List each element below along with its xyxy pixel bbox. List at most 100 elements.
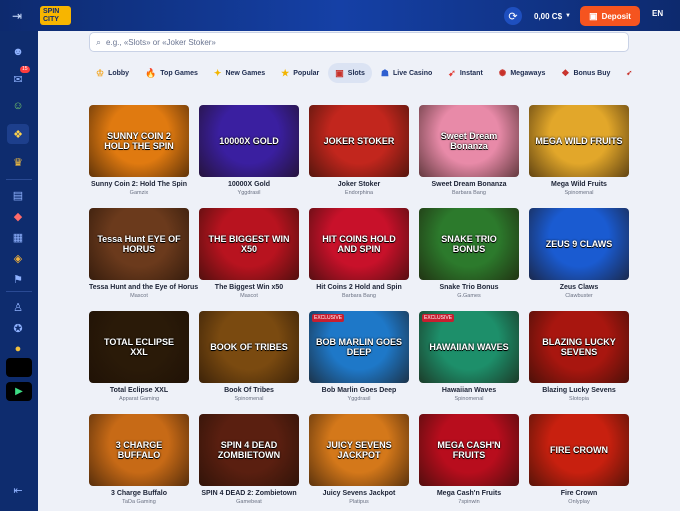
game-title[interactable]: Hawaiian Waves <box>419 387 519 394</box>
game-card[interactable]: HIT COINS HOLD AND SPIN Hit Coins 2 Hold … <box>309 208 409 299</box>
category-tab[interactable]: ☗ Live Casino <box>374 63 439 83</box>
logout-icon[interactable]: ⇤ <box>7 480 29 500</box>
game-thumbnail[interactable]: Sweet Dream Bonanza <box>419 105 519 177</box>
game-thumbnail[interactable]: MEGA WILD FRUITS <box>529 105 629 177</box>
balance-dropdown[interactable]: 0,00 C$ ▼ <box>534 7 577 25</box>
collapse-sidebar-button[interactable]: ⇥ <box>8 7 26 25</box>
logo[interactable]: SPIN CITY <box>40 6 71 25</box>
game-thumbnail[interactable]: BOB MARLIN GOES DEEP EXCLUSIVE <box>309 311 409 383</box>
game-card[interactable]: THE BIGGEST WIN X50 The Biggest Win x50 Ma… <box>199 208 299 299</box>
google-play-icon[interactable]: ▶ <box>6 382 32 401</box>
trophy-icon[interactable]: ♛ <box>7 152 29 172</box>
game-title[interactable]: Blazing Lucky Sevens <box>529 387 629 394</box>
game-title[interactable]: Bob Marlin Goes Deep <box>309 387 409 394</box>
game-title[interactable]: The Biggest Win x50 <box>199 284 299 291</box>
game-thumbnail[interactable]: SPIN 4 DEAD ZOMBIETOWN <box>199 414 299 486</box>
game-title[interactable]: SPIN 4 DEAD 2: Zombietown <box>199 490 299 497</box>
refresh-balance-button[interactable]: ⟳ <box>504 7 522 25</box>
category-tab[interactable]: ♔ Lobby <box>89 63 136 83</box>
game-thumbnail[interactable]: SUNNY COIN 2 HOLD THE SPIN <box>89 105 189 177</box>
game-card[interactable]: Tessa Hunt EYE OF HORUS Tessa Hunt and th… <box>89 208 198 299</box>
category-tab[interactable]: ❖ Bonus Buy <box>554 63 617 83</box>
game-title[interactable]: Hit Coins 2 Hold and Spin <box>309 284 409 291</box>
game-title[interactable]: Tessa Hunt and the Eye of Horus <box>89 284 198 291</box>
game-thumbnail[interactable]: SNAKE TRIO BONUS <box>419 208 519 280</box>
game-thumbnail[interactable]: FIRE CROWN <box>529 414 629 486</box>
profile-icon[interactable]: ♙ <box>7 297 29 317</box>
game-thumbnail-title: JOKER STOKER <box>323 136 395 146</box>
category-tab[interactable]: 🔥 Top Games <box>138 63 205 83</box>
search-bar[interactable]: ⌕ <box>89 32 629 52</box>
game-card[interactable]: JUICY SEVENS JACKPOT Juicy Sevens Jackpot… <box>309 414 409 505</box>
game-card[interactable]: TOTAL ECLIPSE XXL Total Eclipse XXL Appara… <box>89 311 189 402</box>
game-card[interactable]: 10000X GOLD 10000X Gold Yggdrasil <box>199 105 299 196</box>
messages-icon[interactable]: ✉ 15 <box>7 66 30 89</box>
game-card[interactable]: JOKER STOKER Joker Stoker Endorphina <box>309 105 409 196</box>
game-card[interactable]: BOB MARLIN GOES DEEP EXCLUSIVE Bob Marlin … <box>309 311 409 402</box>
slots-icon[interactable]: ▤ <box>7 185 29 205</box>
sidebar-divider <box>6 179 32 180</box>
game-card[interactable]: Sweet Dream Bonanza Sweet Dream Bonanza Ba… <box>419 105 519 196</box>
game-card[interactable]: HAWAIIAN WAVES EXCLUSIVE Hawaiian Waves Spi… <box>419 311 519 402</box>
language-selector[interactable]: EN <box>652 9 663 18</box>
game-title[interactable]: 10000X Gold <box>199 181 299 188</box>
game-thumbnail[interactable]: BOOK OF TRIBES <box>199 311 299 383</box>
game-provider: Platipus <box>349 499 369 505</box>
game-provider: Endorphina <box>344 190 374 196</box>
sport-icon[interactable]: ◆ <box>7 206 29 226</box>
apple-icon[interactable] <box>6 358 32 377</box>
game-card[interactable]: SNAKE TRIO BONUS Snake Trio Bonus G.Games <box>419 208 519 299</box>
game-thumbnail[interactable]: Tessa Hunt EYE OF HORUS <box>89 208 189 280</box>
category-tab[interactable]: ★ Popular <box>274 63 326 83</box>
game-card[interactable]: SUNNY COIN 2 HOLD THE SPIN Sunny Coin 2: … <box>89 105 189 196</box>
game-card[interactable]: BOOK OF TRIBES Book Of Tribes Spinomenal <box>199 311 299 402</box>
game-title[interactable]: Joker Stoker <box>309 181 409 188</box>
game-title[interactable]: Book Of Tribes <box>199 387 299 394</box>
game-card[interactable]: 3 CHARGE BUFFALO 3 Charge Buffalo TaDa Gam… <box>89 414 189 505</box>
game-card[interactable]: SPIN 4 DEAD ZOMBIETOWN SPIN 4 DEAD 2: Zom… <box>199 414 299 505</box>
joker-icon[interactable]: ☺ <box>7 96 29 116</box>
game-thumbnail[interactable]: 10000X GOLD <box>199 105 299 177</box>
game-card[interactable]: MEGA WILD FRUITS Mega Wild Fruits Spinomen… <box>529 105 629 196</box>
category-tab[interactable]: ➹ Instant <box>441 63 490 83</box>
game-card[interactable]: FIRE CROWN Fire Crown Onlyplay <box>529 414 629 505</box>
tournaments-icon[interactable]: ⚑ <box>7 269 29 289</box>
game-thumbnail[interactable]: JUICY SEVENS JACKPOT <box>309 414 409 486</box>
game-title[interactable]: 3 Charge Buffalo <box>89 490 189 497</box>
category-tab[interactable]: ▣ Slots <box>328 63 372 83</box>
game-thumbnail[interactable]: HIT COINS HOLD AND SPIN <box>309 208 409 280</box>
game-title[interactable]: Fire Crown <box>529 490 629 497</box>
category-label: New Games <box>225 69 266 77</box>
game-thumbnail[interactable]: ZEUS 9 CLAWS <box>529 208 629 280</box>
game-title[interactable]: Sunny Coin 2: Hold The Spin <box>89 181 189 188</box>
game-title[interactable]: Total Eclipse XXL <box>89 387 189 394</box>
more-categories-icon[interactable]: ➹ <box>619 63 639 83</box>
game-thumbnail[interactable]: THE BIGGEST WIN X50 <box>199 208 299 280</box>
game-thumbnail[interactable]: JOKER STOKER <box>309 105 409 177</box>
support-bot-icon[interactable]: ☻ <box>7 42 29 62</box>
game-thumbnail[interactable]: 3 CHARGE BUFFALO <box>89 414 189 486</box>
game-thumbnail[interactable]: HAWAIIAN WAVES EXCLUSIVE <box>419 311 519 383</box>
coin-icon[interactable]: ● <box>7 339 29 359</box>
gift-icon[interactable]: ❖ <box>7 124 29 144</box>
game-thumbnail-title: BOOK OF TRIBES <box>210 342 288 352</box>
vip-icon[interactable]: ✪ <box>7 318 29 338</box>
search-input[interactable] <box>106 37 587 47</box>
category-tab[interactable]: ✦ New Games <box>207 63 272 83</box>
game-thumbnail[interactable]: BLAZING LUCKY SEVENS <box>529 311 629 383</box>
deposit-button[interactable]: ▣ Deposit <box>580 6 640 26</box>
category-tab[interactable]: ✺ Megaways <box>492 63 553 83</box>
game-card[interactable]: BLAZING LUCKY SEVENS Blazing Lucky Sevens… <box>529 311 629 402</box>
game-title[interactable]: Snake Trio Bonus <box>419 284 519 291</box>
game-thumbnail[interactable]: MEGA CASH'N FRUITS <box>419 414 519 486</box>
live-casino-icon[interactable]: ▦ <box>7 227 29 247</box>
game-card[interactable]: ZEUS 9 CLAWS Zeus Claws Clawbuster <box>529 208 629 299</box>
game-title[interactable]: Zeus Claws <box>529 284 629 291</box>
game-title[interactable]: Juicy Sevens Jackpot <box>309 490 409 497</box>
game-title[interactable]: Mega Cash'n Fruits <box>419 490 519 497</box>
game-thumbnail[interactable]: TOTAL ECLIPSE XXL <box>89 311 189 383</box>
game-card[interactable]: MEGA CASH'N FRUITS Mega Cash'n Fruits 7spi… <box>419 414 519 505</box>
game-title[interactable]: Sweet Dream Bonanza <box>419 181 519 188</box>
table-games-icon[interactable]: ◈ <box>7 248 29 268</box>
game-title[interactable]: Mega Wild Fruits <box>529 181 629 188</box>
